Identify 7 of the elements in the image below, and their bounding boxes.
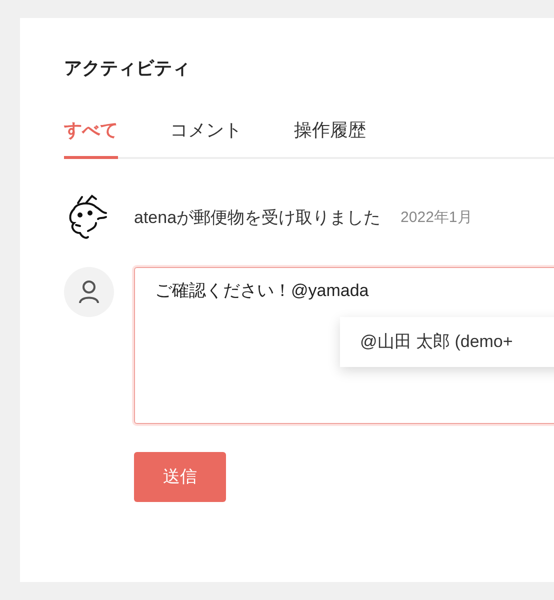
activity-date: 2022年1月 bbox=[400, 208, 472, 228]
panel-title: アクティビティ bbox=[64, 57, 190, 80]
tab[interactable]: 操作履歴 bbox=[294, 118, 366, 159]
tab[interactable]: コメント bbox=[170, 118, 242, 159]
mention-suggestion[interactable]: @山田 太郎 (demo+ bbox=[340, 317, 554, 367]
user-icon bbox=[78, 280, 100, 304]
activity-message: atenaが郵便物を受け取りました bbox=[134, 207, 381, 230]
